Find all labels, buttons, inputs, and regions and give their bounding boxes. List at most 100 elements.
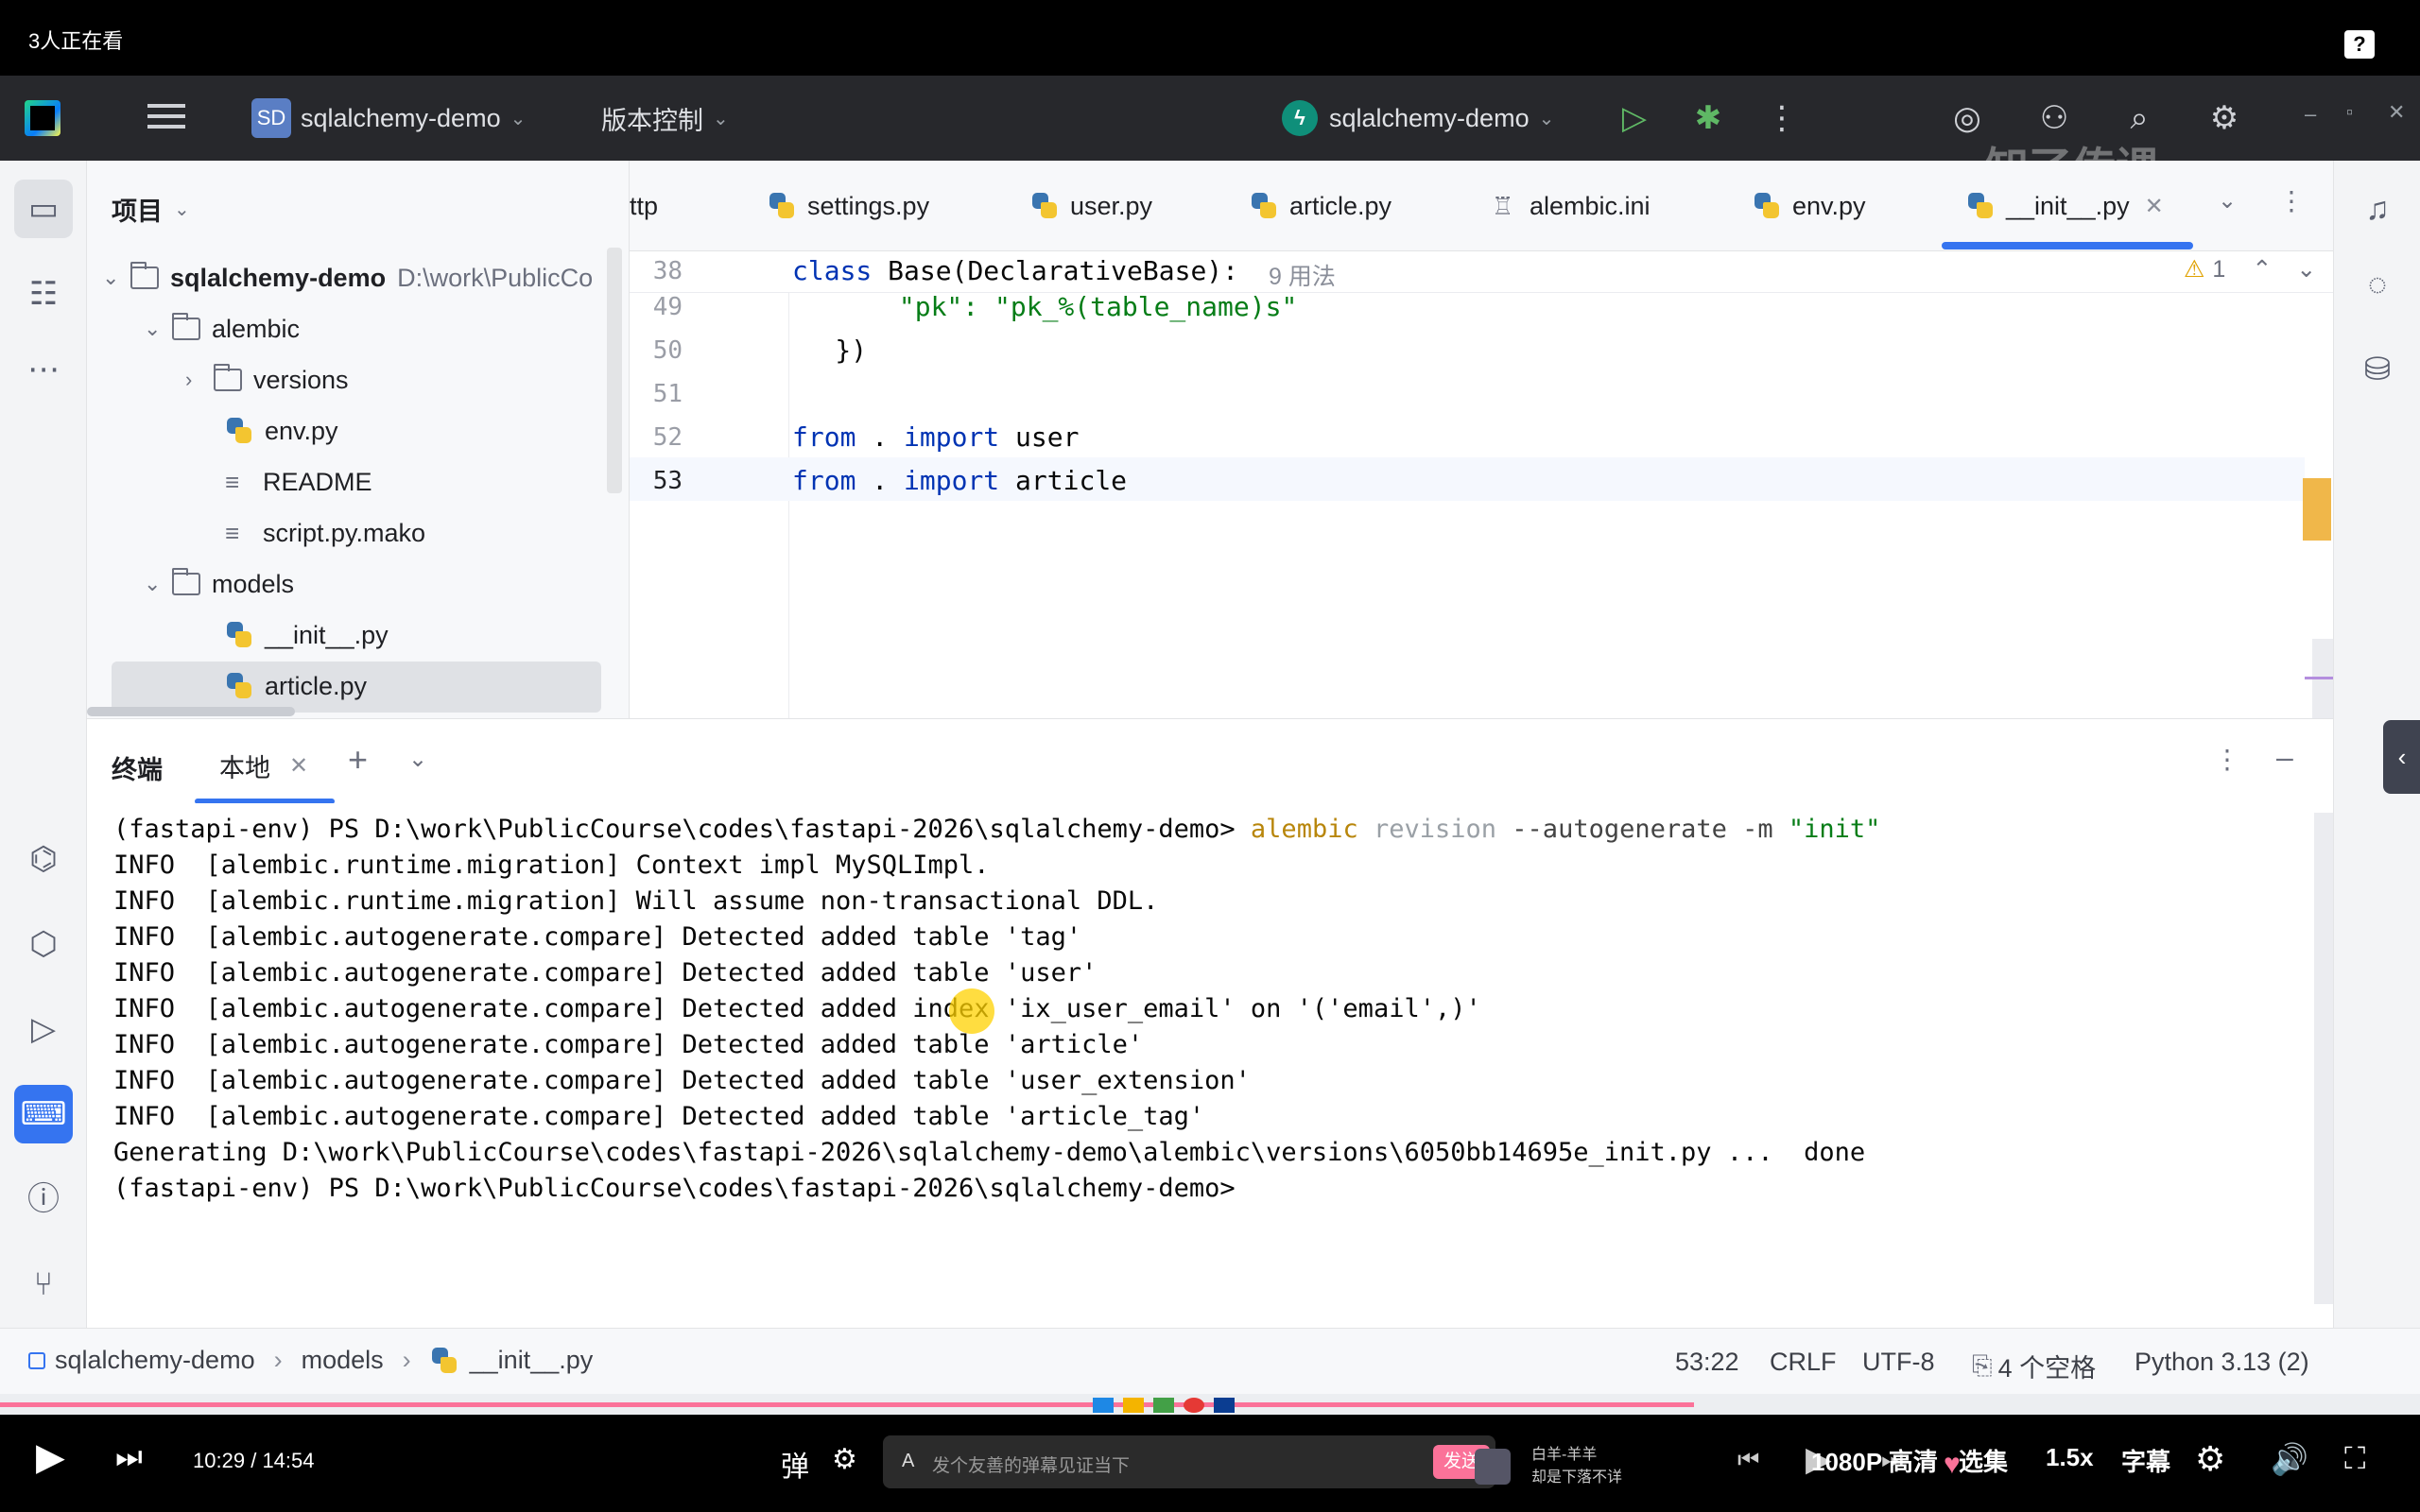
project-switcher[interactable]: SD sqlalchemy-demo ⌄: [251, 96, 526, 140]
chevron-right-icon: ›: [273, 1346, 283, 1374]
collapse-panel-icon[interactable]: ‹: [2383, 720, 2420, 794]
more-actions-icon[interactable]: ⋮: [1762, 98, 1802, 138]
chevron-down-icon: ⌄: [174, 199, 190, 220]
tab-init-py[interactable]: __init__.py ✕: [1966, 161, 2164, 250]
tab-settings-py[interactable]: settings.py: [768, 161, 929, 250]
minimize-panel-icon[interactable]: –: [2276, 740, 2293, 775]
run-config-selector[interactable]: ϟ sqlalchemy-demo ⌄: [1282, 96, 1554, 140]
tree-item-root[interactable]: ⌄ sqlalchemy-demo D:\work\PublicCo: [102, 255, 593, 301]
danmaku-toggle-icon[interactable]: 弹: [781, 1443, 809, 1485]
subtitles-button[interactable]: 字幕: [2121, 1443, 2170, 1478]
settings-icon[interactable]: ⚙: [2204, 98, 2244, 138]
tree-item-init-py[interactable]: __init__.py: [225, 612, 389, 658]
python-packages-icon[interactable]: ⌬: [14, 830, 73, 888]
minimize-icon[interactable]: –: [2305, 102, 2316, 127]
indent-setting[interactable]: ⎘ 4 个空格: [1972, 1348, 2096, 1384]
horizontal-scrollbar[interactable]: [87, 707, 295, 716]
tree-item-alembic[interactable]: ⌄ alembic: [144, 306, 300, 352]
pycharm-icon: [1214, 1398, 1235, 1413]
time-display: 10:29 / 14:54: [193, 1449, 315, 1472]
volume-icon[interactable]: 🔊: [2271, 1441, 2308, 1477]
tree-item-readme[interactable]: ≡ README: [225, 459, 372, 505]
breadcrumb-file[interactable]: __init__.py: [470, 1346, 594, 1375]
chevron-up-icon[interactable]: ⌃: [2252, 255, 2272, 284]
episodes-button[interactable]: 选集: [1959, 1443, 2008, 1478]
vcs-menu[interactable]: 版本控制 ⌄: [601, 96, 729, 140]
database-icon[interactable]: ⛁: [2348, 340, 2407, 399]
git-icon[interactable]: ⑂: [14, 1255, 73, 1314]
chevron-down-icon[interactable]: ⌄: [2296, 255, 2316, 284]
close-tab-icon[interactable]: ✕: [2145, 193, 2164, 220]
notifications-icon[interactable]: ♫: [2348, 180, 2407, 238]
speed-button[interactable]: 1.5x: [2046, 1443, 2094, 1472]
problems-icon[interactable]: ⓘ: [14, 1170, 73, 1228]
python-console-icon[interactable]: ⬡: [14, 915, 73, 973]
tab-local[interactable]: 本地 ✕: [219, 747, 308, 784]
add-user-icon[interactable]: ⚇: [2034, 98, 2074, 138]
danmaku-input[interactable]: A 发个友善的弹幕见证当下 发送: [883, 1435, 1495, 1488]
tree-item-script-mako[interactable]: ≡ script.py.mako: [225, 510, 425, 556]
project-folder-icon[interactable]: ▭: [14, 180, 73, 238]
chevron-down-icon: ⌄: [1538, 108, 1555, 129]
chevron-down-icon[interactable]: ⌄: [2218, 187, 2237, 215]
chevron-down-icon: ⌄: [713, 108, 729, 129]
python-file-icon: [1753, 192, 1781, 220]
debug-icon[interactable]: ✱: [1688, 98, 1728, 138]
tree-item-versions[interactable]: › versions: [185, 357, 349, 403]
fullscreen-icon[interactable]: ⛶: [2344, 1441, 2365, 1477]
next-icon[interactable]: ⏭: [115, 1439, 143, 1475]
file-encoding[interactable]: UTF-8: [1862, 1348, 1935, 1377]
usages-hint[interactable]: 9 用法: [1269, 258, 1336, 292]
more-tools-icon[interactable]: ⋯: [14, 340, 73, 399]
code-editor[interactable]: 38 class Base(DeclarativeBase): 9 用法 ⚠ 1…: [630, 251, 2333, 718]
inspection-widget[interactable]: ⚠ 1 ⌃ ⌄: [2184, 255, 2316, 284]
settings-icon[interactable]: ⚙: [2195, 1439, 2225, 1479]
main-menu-icon[interactable]: [147, 104, 185, 132]
search-icon[interactable]: ⌕: [2119, 98, 2159, 138]
vertical-scrollbar[interactable]: [607, 248, 622, 493]
player-controls: ▶ ⏭ 10:29 / 14:54 弹 ⚙ A 发个友善的弹幕见证当下 发送 白…: [0, 1415, 2420, 1512]
ai-chat-icon[interactable]: ◌: [2348, 255, 2407, 314]
tab-user-py[interactable]: user.py: [1030, 161, 1152, 250]
tree-item-article-py[interactable]: article.py: [225, 663, 367, 709]
terminal-line: INFO [alembic.autogenerate.compare] Dete…: [113, 1066, 1251, 1095]
quality-button[interactable]: 1080P 高清: [1811, 1443, 1938, 1478]
structure-icon[interactable]: ☷: [14, 265, 73, 323]
ai-assistant-icon[interactable]: ◎: [1947, 98, 1987, 138]
terminal-scrollbar[interactable]: [2314, 813, 2333, 1304]
services-icon[interactable]: ▷: [14, 1000, 73, 1058]
play-icon[interactable]: ▶: [36, 1435, 65, 1479]
add-tab-icon[interactable]: +: [348, 740, 368, 780]
run-icon[interactable]: ▷: [1615, 98, 1654, 138]
close-icon[interactable]: ✕: [2388, 100, 2405, 125]
tree-item-models[interactable]: ⌄ models: [144, 561, 294, 607]
tab-article-py[interactable]: article.py: [1250, 161, 1392, 250]
more-tabs-icon[interactable]: ⋮: [2278, 185, 2305, 216]
breadcrumb-project[interactable]: sqlalchemy-demo: [55, 1346, 255, 1375]
tab-alembic-ini[interactable]: ♖ alembic.ini: [1492, 161, 1651, 250]
danmaku-settings-icon[interactable]: ⚙: [832, 1443, 857, 1476]
tab-http[interactable]: ttp: [630, 161, 658, 250]
video-progress-track[interactable]: [0, 1394, 2420, 1415]
python-interpreter[interactable]: Python 3.13 (2): [2135, 1348, 2309, 1377]
chevron-down-icon: ⌄: [510, 108, 527, 129]
line-separator[interactable]: CRLF: [1770, 1348, 1837, 1377]
scrollbar-marker[interactable]: [2303, 478, 2331, 541]
text-style-icon[interactable]: A: [902, 1451, 914, 1472]
close-tab-icon[interactable]: ✕: [289, 752, 308, 780]
more-options-icon[interactable]: ⋮: [2214, 744, 2240, 775]
terminal-icon[interactable]: ⌨: [14, 1085, 73, 1143]
maximize-icon[interactable]: ▫: [2346, 102, 2353, 124]
tab-env-py[interactable]: env.py: [1753, 161, 1866, 250]
active-tab-indicator: [1942, 242, 2193, 249]
tree-item-env-py[interactable]: env.py: [225, 408, 338, 454]
sticky-header[interactable]: 38 class Base(DeclarativeBase): 9 用法 ⚠ 1…: [630, 251, 2333, 293]
breadcrumb-models[interactable]: models: [302, 1346, 384, 1375]
chevron-down-icon[interactable]: ⌄: [408, 746, 427, 773]
previous-icon[interactable]: ⏮: [1737, 1445, 1759, 1475]
python-file-icon: [225, 672, 253, 700]
cursor-position[interactable]: 53:22: [1675, 1348, 1739, 1377]
terminal-output[interactable]: (fastapi-env) PS D:\work\PublicCourse\co…: [87, 803, 2333, 1328]
project-panel-title[interactable]: 项目 ⌄: [112, 191, 190, 228]
help-icon[interactable]: ?: [2344, 30, 2375, 59]
